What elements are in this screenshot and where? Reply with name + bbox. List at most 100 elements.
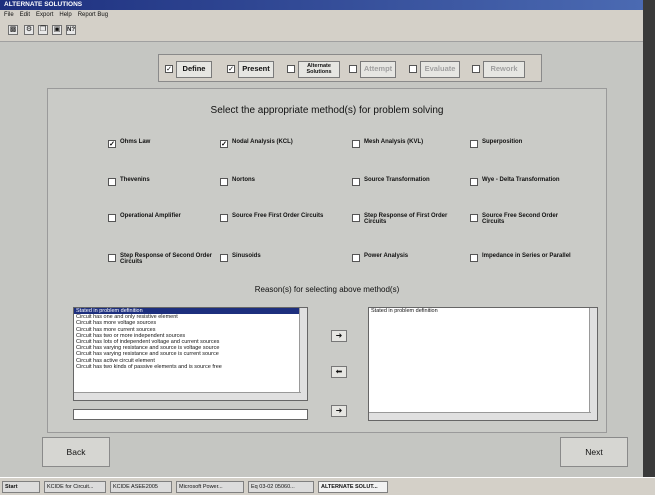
method-option[interactable]: Wye - Delta Transformation bbox=[470, 177, 580, 186]
method-checkbox[interactable] bbox=[352, 214, 360, 222]
horizontal-scrollbar[interactable] bbox=[74, 392, 301, 400]
method-checkbox[interactable] bbox=[220, 178, 228, 186]
tools-icon[interactable]: ⚙ bbox=[24, 25, 34, 35]
help-icon[interactable]: N? bbox=[66, 25, 76, 35]
method-option[interactable]: ✓ Nodal Analysis (KCL) bbox=[220, 139, 330, 148]
step-button[interactable]: Present bbox=[238, 60, 274, 78]
next-button[interactable]: Next bbox=[560, 437, 628, 467]
window-icon[interactable]: ▣ bbox=[52, 25, 62, 35]
method-checkbox[interactable] bbox=[108, 254, 116, 262]
method-checkbox[interactable] bbox=[220, 214, 228, 222]
method-option[interactable]: Nortons bbox=[220, 177, 330, 186]
method-label: Wye - Delta Transformation bbox=[482, 177, 560, 183]
reasons-heading: Reason(s) for selecting above method(s) bbox=[254, 285, 400, 294]
method-option[interactable]: Source Free First Order Circuits bbox=[220, 213, 330, 222]
vertical-scrollbar[interactable] bbox=[299, 308, 307, 400]
method-checkbox[interactable] bbox=[470, 178, 478, 186]
method-option[interactable]: ✓ Ohms Law bbox=[108, 139, 218, 148]
copy-icon[interactable]: ❐ bbox=[38, 25, 48, 35]
taskbar: Start KCIDE for Circuit... KCIDE ASEE2005… bbox=[0, 477, 655, 495]
method-label: Step Response of Second Order Circuits bbox=[120, 253, 213, 265]
step-button[interactable]: Define bbox=[176, 60, 212, 78]
taskbar-item[interactable]: ALTERNATE SOLUT... bbox=[318, 481, 388, 493]
method-label: Impedance in Series or Parallel bbox=[482, 253, 571, 259]
list-item[interactable]: Circuit has two kinds of passive element… bbox=[74, 364, 307, 370]
available-reasons-list[interactable]: Stated in problem definition Circuit has … bbox=[73, 307, 308, 401]
method-checkbox[interactable] bbox=[220, 254, 228, 262]
method-checkbox[interactable] bbox=[108, 214, 116, 222]
method-option[interactable]: Superposition bbox=[470, 139, 580, 148]
step-button[interactable]: Alternate Solutions bbox=[298, 60, 340, 78]
method-checkbox[interactable] bbox=[470, 214, 478, 222]
method-label: Operational Amplifier bbox=[120, 213, 181, 219]
method-checkbox[interactable]: ✓ bbox=[220, 140, 228, 148]
method-checkbox[interactable] bbox=[352, 178, 360, 186]
step-checkbox[interactable]: ✓ bbox=[165, 65, 173, 73]
step-0: ✓ Define bbox=[165, 60, 212, 78]
taskbar-item[interactable]: KCIDE ASEE2005 bbox=[110, 481, 172, 493]
method-label: Thevenins bbox=[120, 177, 150, 183]
menu-item[interactable]: File bbox=[4, 12, 14, 18]
menu-item[interactable]: Help bbox=[59, 12, 71, 18]
save-icon[interactable]: ▩ bbox=[8, 25, 18, 35]
step-checkbox[interactable]: ✓ bbox=[227, 65, 235, 73]
method-option[interactable]: Operational Amplifier bbox=[108, 213, 218, 222]
method-label: Source Free First Order Circuits bbox=[232, 213, 324, 219]
step-checkbox[interactable] bbox=[349, 65, 357, 73]
menu-item[interactable]: Edit bbox=[20, 12, 30, 18]
menu-item[interactable]: Report Bug bbox=[78, 12, 108, 18]
window-title: ALTERNATE SOLUTIONS bbox=[0, 0, 643, 10]
start-button[interactable]: Start bbox=[2, 481, 40, 493]
taskbar-item[interactable]: KCIDE for Circuit... bbox=[44, 481, 106, 493]
method-panel: Select the appropriate method(s) for pro… bbox=[47, 88, 607, 433]
method-label: Step Response of First Order Circuits bbox=[364, 213, 448, 225]
method-label: Sinusoids bbox=[232, 253, 261, 259]
method-label: Nodal Analysis (KCL) bbox=[232, 139, 293, 145]
step-1: ✓ Present bbox=[227, 60, 274, 78]
taskbar-item[interactable]: Eq 03-02 05060... bbox=[248, 481, 314, 493]
method-checkbox[interactable] bbox=[108, 178, 116, 186]
horizontal-scrollbar[interactable] bbox=[369, 412, 591, 420]
method-checkbox[interactable] bbox=[470, 254, 478, 262]
list-item[interactable]: Stated in problem definition bbox=[369, 308, 597, 314]
menu-item[interactable]: Export bbox=[36, 12, 53, 18]
method-label: Source Transformation bbox=[364, 177, 430, 183]
method-label: Mesh Analysis (KVL) bbox=[364, 139, 424, 145]
step-3: Attempt bbox=[349, 60, 396, 78]
method-option[interactable]: Power Analysis bbox=[352, 253, 462, 262]
step-checkbox[interactable] bbox=[287, 65, 295, 73]
step-checkbox[interactable] bbox=[472, 65, 480, 73]
step-button[interactable]: Attempt bbox=[360, 60, 396, 78]
method-option[interactable]: Step Response of First Order Circuits bbox=[352, 213, 462, 225]
step-button[interactable]: Rework bbox=[483, 60, 525, 78]
menu-bar: File Edit Export Help Report Bug bbox=[0, 10, 643, 20]
method-label: Superposition bbox=[482, 139, 523, 145]
method-option[interactable]: Sinusoids bbox=[220, 253, 330, 262]
remove-reason-button[interactable]: ⬅ bbox=[331, 366, 347, 378]
method-option[interactable]: Source Free Second Order Circuits bbox=[470, 213, 580, 225]
step-checkbox[interactable] bbox=[409, 65, 417, 73]
custom-reason-input[interactable] bbox=[73, 409, 308, 420]
method-checkbox[interactable] bbox=[470, 140, 478, 148]
step-4: Evaluate bbox=[409, 60, 460, 78]
selected-reasons-list[interactable]: Stated in problem definition bbox=[368, 307, 598, 421]
method-option[interactable]: Impedance in Series or Parallel bbox=[470, 253, 580, 262]
taskbar-item[interactable]: Microsoft Power... bbox=[176, 481, 244, 493]
method-checkbox[interactable] bbox=[352, 254, 360, 262]
step-5: Rework bbox=[472, 60, 525, 78]
add-reason-button[interactable]: ➜ bbox=[331, 330, 347, 342]
back-button[interactable]: Back bbox=[42, 437, 110, 467]
method-option[interactable]: Source Transformation bbox=[352, 177, 462, 186]
method-checkbox[interactable]: ✓ bbox=[108, 140, 116, 148]
method-option[interactable]: Mesh Analysis (KVL) bbox=[352, 139, 462, 148]
method-label: Nortons bbox=[232, 177, 255, 183]
method-heading: Select the appropriate method(s) for pro… bbox=[210, 105, 444, 116]
method-option[interactable]: Thevenins bbox=[108, 177, 218, 186]
add-custom-reason-button[interactable]: ➜ bbox=[331, 405, 347, 417]
vertical-scrollbar[interactable] bbox=[589, 308, 597, 420]
step-button[interactable]: Evaluate bbox=[420, 60, 460, 78]
method-option[interactable]: Step Response of Second Order Circuits bbox=[108, 253, 218, 265]
method-label: Ohms Law bbox=[120, 139, 151, 145]
method-checkbox[interactable] bbox=[352, 140, 360, 148]
toolbar: ▩ ⚙ ❐ ▣ N? bbox=[0, 20, 643, 42]
